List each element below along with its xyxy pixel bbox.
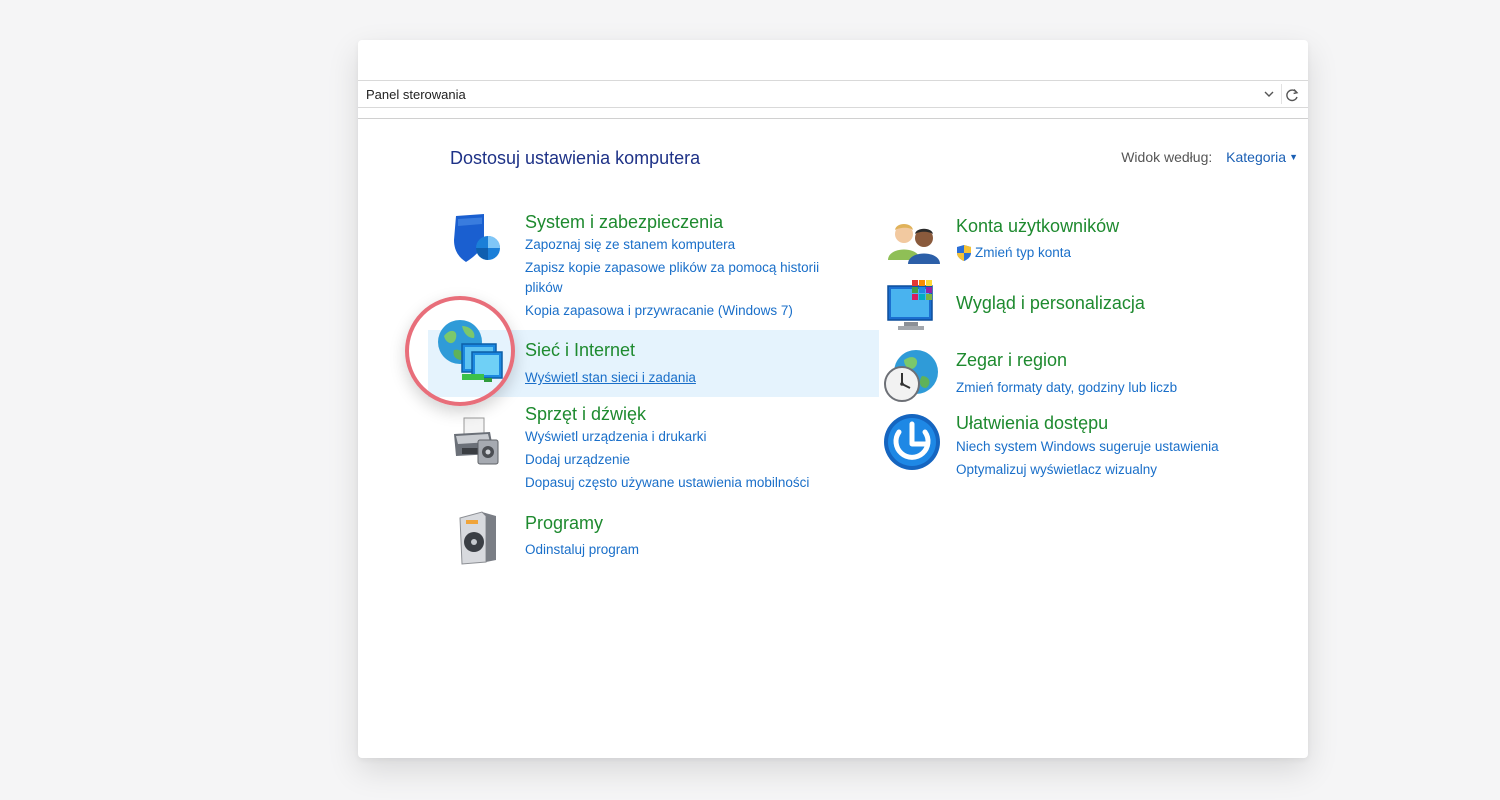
link-optimize-display[interactable]: Optymalizuj wyświetlacz wizualny [956, 460, 1157, 480]
divider [358, 118, 1308, 119]
link-change-formats[interactable]: Zmień formaty daty, godziny lub liczb [956, 378, 1177, 398]
address-separator [1281, 84, 1282, 104]
shield-icon[interactable] [450, 210, 510, 270]
highlight-ring [405, 296, 515, 406]
category-title-hardware-sound[interactable]: Sprzęt i dźwięk [525, 404, 646, 425]
clock-globe-icon[interactable] [882, 346, 942, 406]
category-title-programs[interactable]: Programy [525, 513, 603, 534]
link-uninstall-program[interactable]: Odinstaluj program [525, 540, 639, 560]
category-title-system-security[interactable]: System i zabezpieczenia [525, 212, 723, 233]
caret-down-icon[interactable]: ▼ [1289, 152, 1298, 162]
users-icon[interactable] [884, 216, 944, 276]
link-file-history[interactable]: Zapisz kopie zapasowe plików za pomocą h… [525, 258, 819, 278]
refresh-icon[interactable] [1284, 87, 1300, 103]
category-title-network-internet[interactable]: Sieć i Internet [525, 340, 635, 361]
link-network-status[interactable]: Wyświetl stan sieci i zadania [525, 368, 696, 388]
link-backup-restore[interactable]: Kopia zapasowa i przywracanie (Windows 7… [525, 301, 793, 321]
address-path[interactable]: Panel sterowania [366, 87, 466, 102]
address-bar[interactable]: Panel sterowania [358, 80, 1308, 108]
view-by: Widok według: Kategoria ▼ [1121, 149, 1298, 165]
category-title-ease-of-access[interactable]: Ułatwienia dostępu [956, 413, 1108, 434]
link-system-status[interactable]: Zapoznaj się ze stanem komputera [525, 235, 735, 255]
chevron-down-icon[interactable] [1262, 87, 1276, 101]
control-panel-window: Panel sterowania Dostosuj ustawienia kom… [358, 40, 1308, 758]
category-title-appearance[interactable]: Wygląd i personalizacja [956, 293, 1145, 314]
category-title-clock-region[interactable]: Zegar i region [956, 350, 1067, 371]
category-title-user-accounts[interactable]: Konta użytkowników [956, 216, 1119, 237]
link-add-device[interactable]: Dodaj urządzenie [525, 450, 630, 470]
link-file-history-cont[interactable]: plików [525, 278, 563, 298]
page-title: Dostosuj ustawienia komputera [450, 148, 701, 168]
link-windows-suggest[interactable]: Niech system Windows sugeruje ustawienia [956, 437, 1219, 457]
link-devices-printers[interactable]: Wyświetl urządzenia i drukarki [525, 427, 706, 447]
printer-icon[interactable] [450, 414, 510, 474]
programs-icon[interactable] [452, 508, 512, 568]
view-by-dropdown[interactable]: Kategoria [1226, 149, 1286, 165]
link-mobility-settings[interactable]: Dopasuj często używane ustawienia mobiln… [525, 473, 809, 493]
link-change-account-type[interactable]: Zmień typ konta [975, 243, 1071, 263]
appearance-monitor-icon[interactable] [884, 278, 944, 338]
ease-of-access-icon[interactable] [882, 412, 942, 472]
view-by-label: Widok według: [1121, 149, 1213, 165]
uac-shield-icon [957, 245, 971, 261]
